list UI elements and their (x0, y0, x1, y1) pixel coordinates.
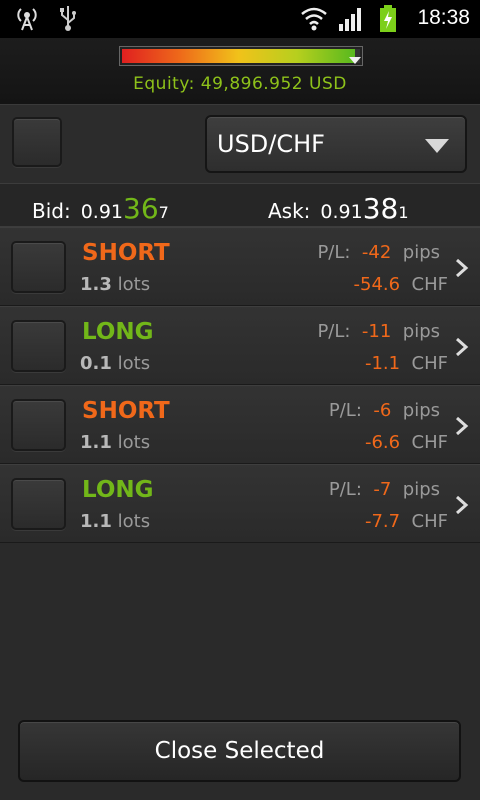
chevron-right-icon[interactable] (454, 415, 470, 441)
bid-quote: Bid: 0.91367 (32, 192, 169, 225)
select-all-checkbox[interactable] (12, 117, 62, 167)
position-side: LONG (82, 477, 154, 503)
ask-price-fraction: 1 (398, 203, 409, 222)
ask-price-pips: 38 (362, 192, 399, 225)
ask-label: Ask: (268, 199, 311, 223)
bid-price-fraction: 7 (158, 203, 169, 222)
lots-unit: lots (117, 432, 151, 453)
position-checkbox[interactable] (11, 399, 66, 451)
chevron-right-icon[interactable] (454, 336, 470, 362)
pl-label: P/L: (317, 242, 351, 263)
position-side: SHORT (82, 240, 170, 266)
pl-pips-value: -6 (373, 400, 392, 421)
equity-gauge (120, 47, 362, 65)
pl-label: P/L: (328, 400, 362, 421)
pips-unit: pips (402, 400, 440, 421)
pl-label: P/L: (317, 321, 351, 342)
pl-money-value: -6.6 (364, 432, 401, 453)
lots-value: 1.1 (80, 511, 112, 532)
lots-unit: lots (117, 353, 151, 374)
position-pl-pips: P/L: -7 pips (329, 479, 440, 500)
lots-value: 0.1 (80, 353, 112, 374)
pl-money-value: -7.7 (364, 511, 401, 532)
position-pl-money: -54.6 CHF (354, 274, 449, 295)
bid-price-pips: 36 (123, 192, 159, 225)
status-bar: 18:38 (0, 0, 480, 38)
position-pl-pips: P/L: -6 pips (329, 400, 440, 421)
position-pl-money: -7.7 CHF (365, 511, 448, 532)
equity-gauge-fill (122, 49, 356, 63)
position-lots: 1.3 lots (80, 274, 150, 295)
battery-charging-icon (378, 4, 398, 38)
position-checkbox[interactable] (11, 241, 66, 293)
pips-unit: pips (402, 479, 440, 500)
position-row[interactable]: SHORT 1.3 lots P/L: -42 pips -54.6 CHF (0, 227, 480, 306)
pl-currency: CHF (411, 274, 448, 295)
pl-currency: CHF (411, 511, 448, 532)
lots-unit: lots (117, 511, 151, 532)
position-lots: 1.1 lots (80, 511, 150, 532)
wireless-broadcast-icon (14, 4, 40, 36)
bid-price-prefix: 0.91 (80, 201, 124, 223)
position-pl-pips: P/L: -11 pips (317, 321, 440, 342)
lots-value: 1.3 (80, 274, 112, 295)
pl-currency: CHF (411, 432, 448, 453)
position-row[interactable]: SHORT 1.1 lots P/L: -6 pips -6.6 CHF (0, 385, 480, 464)
usb-icon (58, 4, 78, 36)
position-checkbox[interactable] (11, 478, 66, 530)
lots-value: 1.1 (80, 432, 112, 453)
signal-icon (338, 4, 364, 36)
currency-pair-select[interactable]: USD/CHF (205, 115, 467, 173)
controls-row: USD/CHF (0, 105, 480, 184)
chevron-right-icon[interactable] (454, 257, 470, 283)
pl-money-value: -1.1 (364, 353, 401, 374)
position-row[interactable]: LONG 0.1 lots P/L: -11 pips -1.1 CHF (0, 306, 480, 385)
pl-label: P/L: (328, 479, 362, 500)
wifi-icon (300, 4, 328, 36)
position-side: LONG (82, 319, 154, 345)
pl-pips-value: -42 (361, 242, 392, 263)
positions-list: SHORT 1.3 lots P/L: -42 pips -54.6 CHF L… (0, 227, 480, 543)
position-checkbox[interactable] (11, 320, 66, 372)
pips-unit: pips (402, 242, 440, 263)
pips-unit: pips (402, 321, 440, 342)
position-pl-money: -1.1 CHF (365, 353, 448, 374)
position-lots: 1.1 lots (80, 432, 150, 453)
position-side: SHORT (82, 398, 170, 424)
close-selected-button[interactable]: Close Selected (18, 720, 461, 782)
pl-money-value: -54.6 (353, 274, 401, 295)
pl-pips-value: -11 (361, 321, 392, 342)
currency-pair-value: USD/CHF (217, 130, 325, 158)
position-pl-pips: P/L: -42 pips (317, 242, 440, 263)
lots-unit: lots (117, 274, 151, 295)
position-pl-money: -6.6 CHF (365, 432, 448, 453)
equity-gauge-marker (349, 57, 362, 64)
quote-row: Bid: 0.91367 Ask: 0.91381 (0, 184, 480, 227)
pl-pips-value: -7 (373, 479, 392, 500)
pl-currency: CHF (411, 353, 448, 374)
position-lots: 0.1 lots (80, 353, 150, 374)
clock: 18:38 (417, 6, 470, 29)
position-row[interactable]: LONG 1.1 lots P/L: -7 pips -7.7 CHF (0, 464, 480, 543)
bid-label: Bid: (32, 199, 71, 223)
equity-panel: Equity: 49,896.952 USD (0, 38, 480, 105)
dropdown-arrow-icon (425, 139, 449, 153)
ask-quote: Ask: 0.91381 (268, 192, 409, 225)
chevron-right-icon[interactable] (454, 494, 470, 520)
equity-label: Equity: 49,896.952 USD (133, 74, 347, 94)
ask-price-prefix: 0.91 (320, 201, 363, 223)
